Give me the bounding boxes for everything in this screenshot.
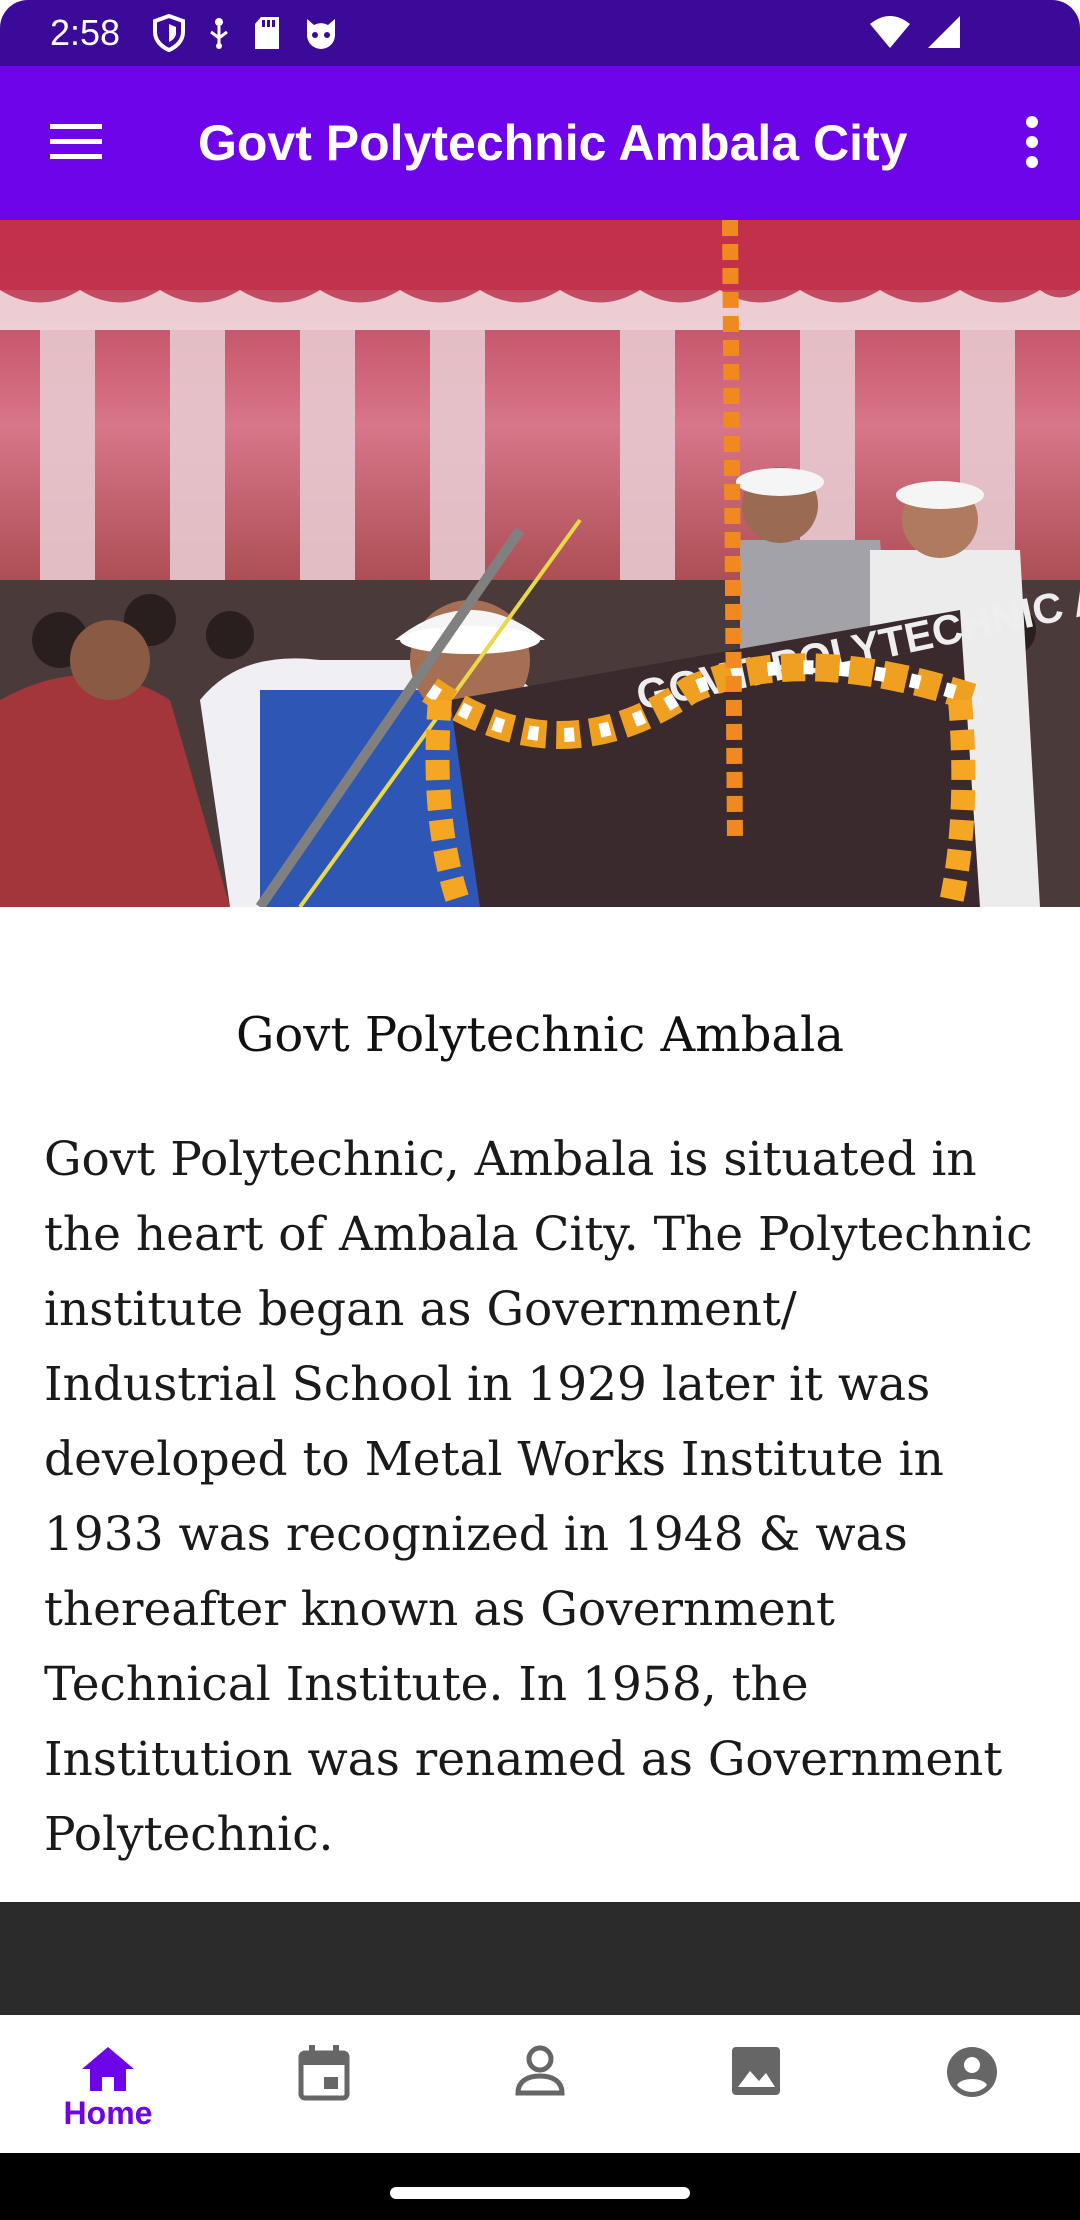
bottom-navigation: Home xyxy=(0,2015,1080,2153)
account-circle-icon xyxy=(947,2047,997,2097)
app-bar: Govt Polytechnic Ambala City xyxy=(0,66,1080,220)
home-gesture-pill[interactable] xyxy=(390,2187,690,2199)
status-time: 2:58 xyxy=(50,12,121,53)
more-vert-icon xyxy=(1026,116,1038,168)
menu-button[interactable] xyxy=(48,118,104,166)
overflow-menu-button[interactable] xyxy=(1012,112,1052,172)
status-icons-right xyxy=(868,14,962,54)
signal-icon xyxy=(926,14,962,54)
person-icon xyxy=(515,2045,565,2096)
shield-icon xyxy=(152,13,186,56)
hero-photo: GOVT. POLYTECHNIC AMBALA xyxy=(0,220,1080,907)
sd-card-icon xyxy=(252,15,282,55)
nav-item-gallery[interactable] xyxy=(648,2015,864,2153)
hamburger-menu-icon xyxy=(50,124,102,159)
system-gesture-bar xyxy=(0,2153,1080,2220)
status-bar: 2:58 xyxy=(0,0,1080,66)
usb-icon xyxy=(206,16,232,54)
wifi-icon xyxy=(868,14,912,54)
calendar-icon xyxy=(298,2045,350,2101)
footer-strip xyxy=(0,1902,1080,2015)
about-title: Govt Polytechnic Ambala xyxy=(235,1007,844,1063)
image-icon xyxy=(732,2047,780,2095)
nav-item-profile[interactable] xyxy=(432,2015,648,2153)
nav-item-calendar[interactable] xyxy=(216,2015,432,2153)
home-icon xyxy=(82,2047,134,2091)
cat-face-icon xyxy=(302,15,340,55)
nav-label-home: Home xyxy=(63,2095,153,2131)
status-icons-left xyxy=(152,13,340,56)
about-section: Govt Polytechnic Ambala Govt Polytechnic… xyxy=(0,907,1080,1902)
app-bar-title: Govt Polytechnic Ambala City xyxy=(198,115,908,171)
about-body-text: Govt Polytechnic, Ambala is situated in … xyxy=(44,1132,1033,1862)
nav-item-account[interactable] xyxy=(864,2015,1080,2153)
nav-item-home[interactable]: Home xyxy=(0,2015,216,2153)
